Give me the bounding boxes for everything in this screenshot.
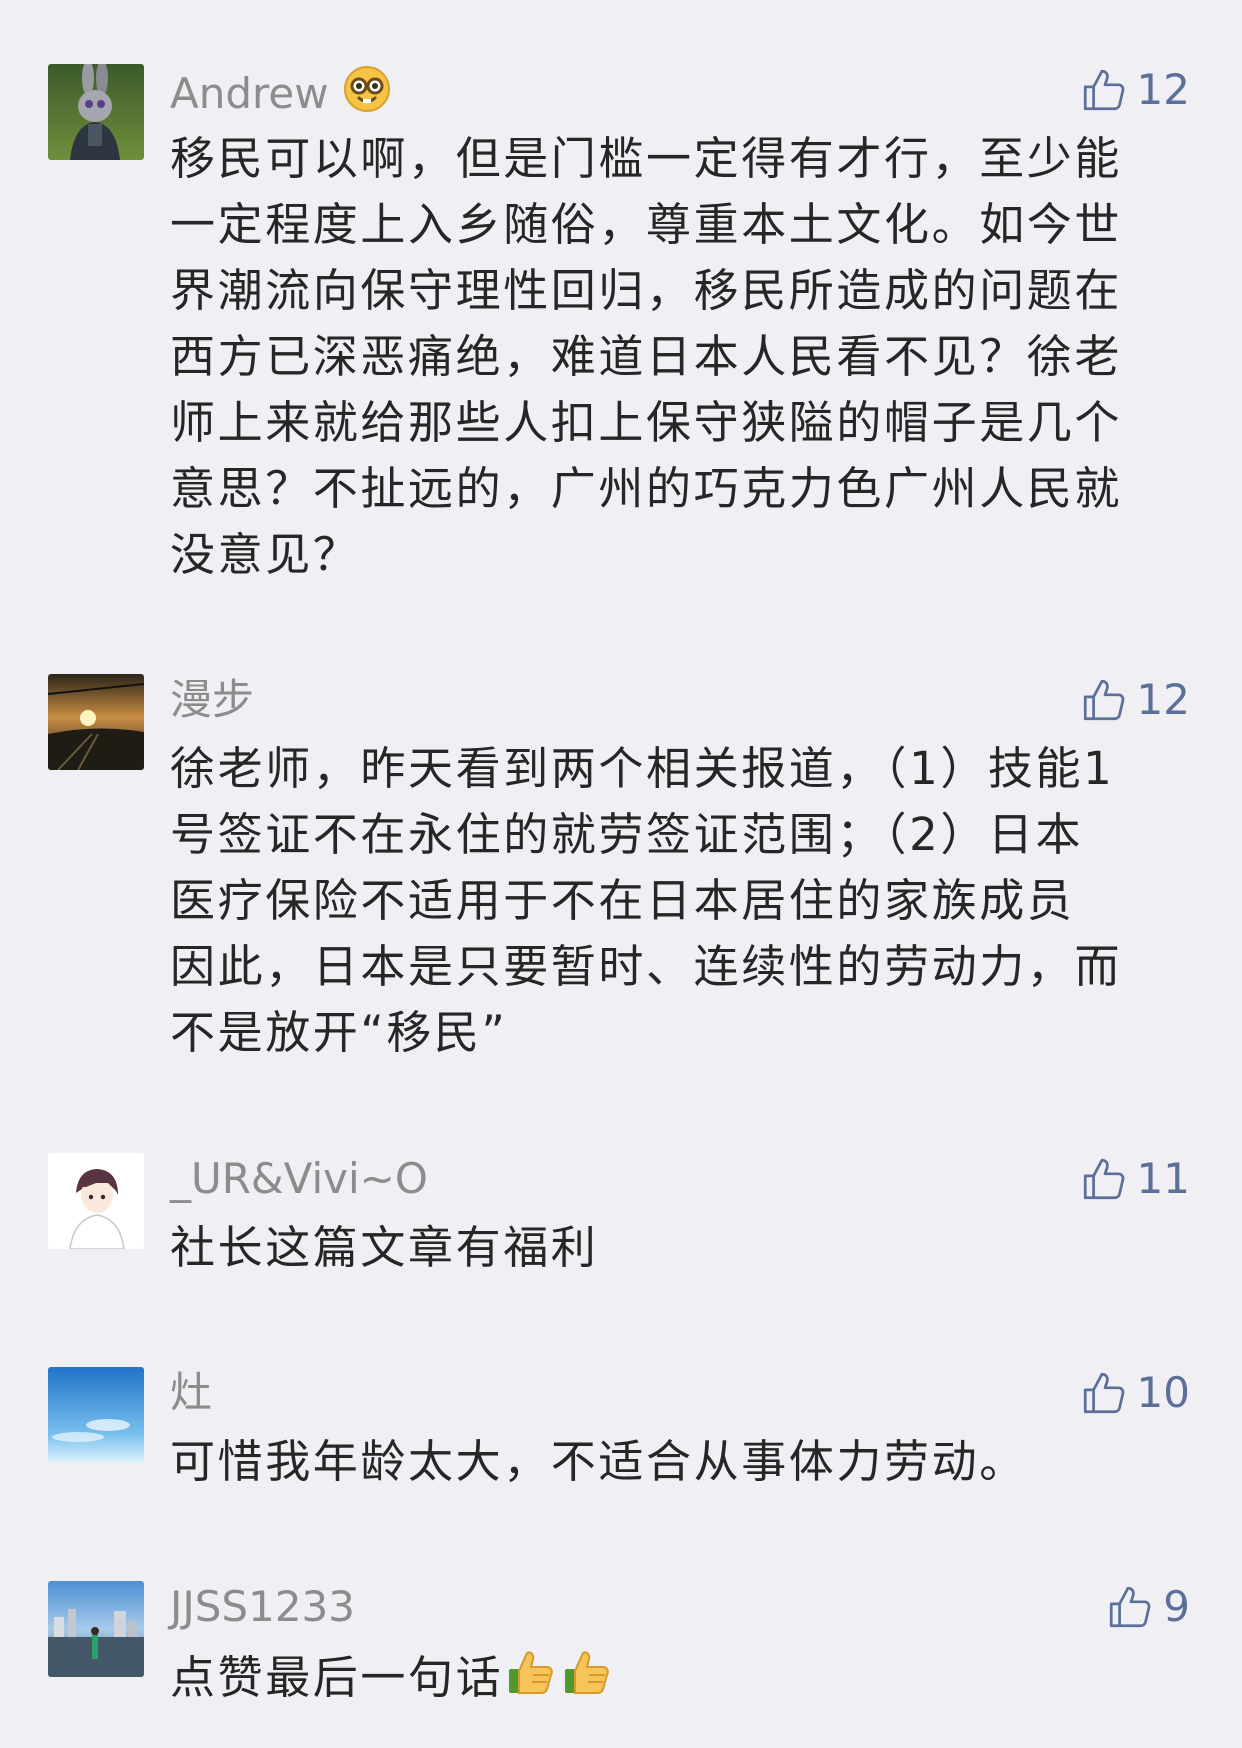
avatar[interactable]: [48, 1367, 144, 1463]
comment-line: 界潮流向保守理性回归，移民所造成的问题在: [170, 264, 1123, 317]
comment-author[interactable]: JJSS1233: [170, 1581, 355, 1633]
comment-item: Andrew 12 移民可以啊，但是门槛一定得有才行，至少能 一定程度上入乡随俗…: [0, 64, 1242, 581]
thumbs-up-emoji-icon: [565, 1651, 609, 1694]
like-count: 12: [1136, 675, 1190, 724]
comment-text: 徐老师，昨天看到两个相关报道，（1）技能1 号签证不在永住的就劳签证范围；（2）…: [170, 736, 1180, 1066]
comment-line: 社长这篇文章有福利: [170, 1221, 599, 1274]
comment-line: 号签证不在永住的就劳签证范围；（2）日本: [170, 808, 1084, 861]
avatar[interactable]: [48, 1581, 144, 1677]
thumbs-up-icon: [1083, 1372, 1124, 1414]
like-count: 10: [1136, 1368, 1190, 1417]
comment-line-text: 点赞最后一句话: [170, 1651, 504, 1704]
comment-line: 因此，日本是只要暂时、连续性的劳动力，而: [170, 940, 1123, 993]
comment-line: 不是放开“移民”: [170, 1006, 508, 1059]
comment-text: 社长这篇文章有福利: [170, 1215, 1180, 1281]
comment-line: 西方已深恶痛绝，难道日本人民看不见？徐老: [170, 330, 1123, 383]
like-button[interactable]: 9: [1105, 1581, 1190, 1633]
thumbs-up-icon: [1083, 1158, 1124, 1200]
like-button[interactable]: 11: [1079, 1153, 1190, 1205]
comment-line: 点赞最后一句话: [170, 1643, 1180, 1711]
like-count: 12: [1136, 65, 1190, 114]
thumbs-up-emoji-icon: [509, 1651, 553, 1694]
comment-text: 点赞最后一句话: [170, 1643, 1180, 1711]
comment-line: 没意见？: [170, 528, 361, 581]
comment-line: 一定程度上入乡随俗，尊重本土文化。如今世: [170, 198, 1123, 251]
thumbs-up-icon: [1083, 679, 1124, 721]
rabbit-avatar-icon: [48, 64, 144, 160]
comment-author[interactable]: _UR&Vivi~O: [170, 1153, 428, 1205]
comment-text: 移民可以啊，但是门槛一定得有才行，至少能 一定程度上入乡随俗，尊重本土文化。如今…: [170, 126, 1180, 588]
thumbs-up-icon: [1110, 1586, 1151, 1628]
comment-author[interactable]: Andrew: [170, 64, 392, 118]
like-count: 11: [1136, 1154, 1190, 1203]
comment-item: _UR&Vivi~O 11 社长这篇文章有福利: [0, 1153, 1242, 1293]
anime-boy-avatar-icon: [48, 1153, 144, 1249]
city-waterfront-avatar-icon: [48, 1581, 144, 1677]
avatar[interactable]: [48, 1153, 144, 1249]
comment-line: 移民可以啊，但是门槛一定得有才行，至少能: [170, 132, 1123, 185]
like-count: 9: [1163, 1582, 1190, 1631]
avatar[interactable]: [48, 674, 144, 770]
comment-item: 漫步 12 徐老师，昨天看到两个相关报道，（1）技能1 号签证不在永住的就劳签证…: [0, 674, 1242, 1059]
comment-line: 医疗保险不适用于不在日本居住的家族成员: [170, 874, 1075, 927]
comment-line: 师上来就给那些人扣上保守狭隘的帽子是几个: [170, 396, 1123, 449]
comment-line: 可惜我年龄太大，不适合从事体力劳动。: [170, 1435, 1027, 1488]
comment-list: Andrew 12 移民可以啊，但是门槛一定得有才行，至少能 一定程度上入乡随俗…: [0, 0, 1242, 1748]
like-button[interactable]: 10: [1079, 1367, 1190, 1419]
comment-line: 徐老师，昨天看到两个相关报道，（1）技能1: [170, 742, 1115, 795]
blue-sky-avatar-icon: [48, 1367, 144, 1463]
comment-item: JJSS1233 9 点赞最后一句话: [0, 1581, 1242, 1721]
comment-text: 可惜我年龄太大，不适合从事体力劳动。: [170, 1429, 1180, 1495]
thumbs-up-icon: [1083, 69, 1124, 111]
like-button[interactable]: 12: [1079, 674, 1190, 726]
comment-item: 灶 10 可惜我年龄太大，不适合从事体力劳动。: [0, 1367, 1242, 1507]
sunset-railway-avatar-icon: [48, 674, 144, 770]
comment-author[interactable]: 漫步: [170, 674, 254, 726]
comment-line: 意思？不扯远的，广州的巧克力色广州人民就: [170, 462, 1123, 515]
avatar[interactable]: [48, 64, 144, 160]
like-button[interactable]: 12: [1079, 64, 1190, 116]
nerd-face-emoji-icon: [343, 66, 390, 112]
comment-author[interactable]: 灶: [170, 1367, 212, 1419]
